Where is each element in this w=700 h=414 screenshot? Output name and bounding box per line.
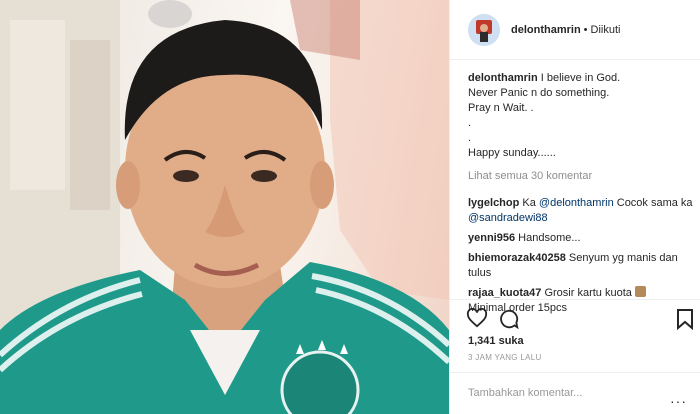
emoji-icon [634, 286, 646, 297]
caption-line: Pray n Wait. . [468, 102, 534, 114]
comment-username[interactable]: yenni956 [468, 232, 515, 244]
comment-username[interactable]: lygelchop [468, 197, 519, 209]
comments-section: delonthamrin I believe in God. Never Pan… [468, 71, 694, 321]
comment-icon[interactable] [498, 308, 520, 333]
comment: yenni956 Handsome... [468, 231, 694, 246]
caption-username[interactable]: delonthamrin [468, 72, 538, 84]
separator-dot: • [583, 23, 588, 36]
comment-username[interactable]: rajaa_kuota47 [468, 287, 541, 299]
comment-text: Cocok sama ka [613, 197, 693, 209]
post-timestamp: 3 JAM YANG LALU [468, 353, 542, 362]
caption-line: delonthamrin I believe in God. [468, 71, 694, 86]
comment-text: Handsome... [518, 232, 581, 244]
comment-text: Grosir kartu kuota [544, 287, 632, 299]
avatar[interactable] [468, 13, 500, 46]
caption-line: . [468, 117, 472, 129]
mention-link[interactable]: @delonthamrin [539, 197, 614, 209]
add-comment-input[interactable]: Tambahkan komentar... ··· [450, 372, 700, 414]
caption-line: Happy sunday...... [468, 147, 556, 159]
comment: lygelchop Ka @delonthamrin Cocok sama ka… [468, 196, 694, 226]
like-count[interactable]: 1,341 suka [468, 335, 524, 347]
heart-icon[interactable] [466, 307, 488, 331]
follow-status[interactable]: Diikuti [591, 24, 621, 36]
comment-username[interactable]: bhiemorazak40258 [468, 252, 566, 264]
header-username[interactable]: delonthamrin [511, 24, 581, 36]
action-bar [450, 299, 700, 339]
post-header: delonthamrin • Diikuti [450, 0, 700, 60]
bookmark-icon[interactable] [676, 308, 694, 333]
add-comment-placeholder: Tambahkan komentar... [468, 387, 583, 399]
view-all-comments-link[interactable]: Lihat semua 30 komentar [468, 169, 694, 184]
comment: bhiemorazak40258 Senyum yg manis dan tul… [468, 251, 694, 281]
caption-line: . [468, 132, 472, 144]
mention-link[interactable]: @sandradewi88 [468, 212, 548, 224]
post-details-panel: delonthamrin • Diikuti delonthamrin I beli… [449, 0, 700, 414]
caption-text: I believe in God. [540, 72, 621, 84]
comment-text: Ka [522, 197, 539, 209]
post-photo[interactable] [0, 0, 449, 414]
caption-line: Never Panic n do something. [468, 87, 610, 99]
selfie-illustration [0, 0, 449, 414]
header-text: delonthamrin • Diikuti [511, 24, 620, 36]
more-icon[interactable]: ··· [670, 393, 687, 409]
caption: delonthamrin I believe in God. Never Pan… [468, 71, 694, 161]
